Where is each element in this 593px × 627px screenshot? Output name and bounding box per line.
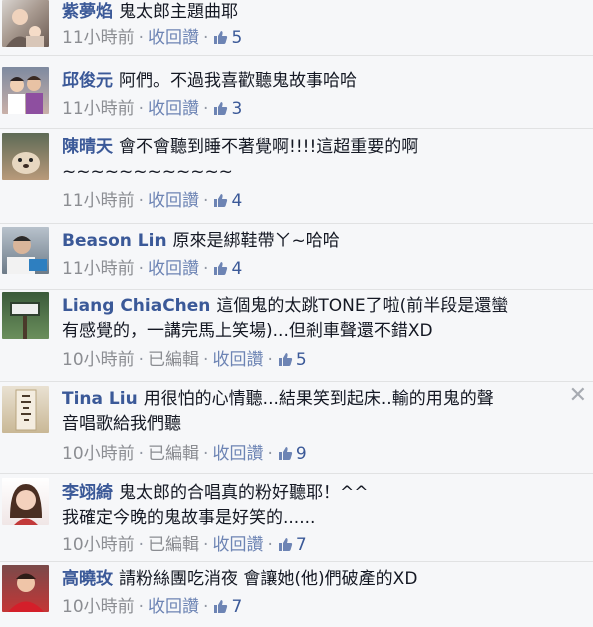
unlike-button[interactable]: 收回讚 — [148, 99, 199, 119]
timestamp[interactable]: 10小時前 — [62, 350, 135, 370]
comment-body: 紫夢焰 鬼太郎主題曲耶 — [62, 0, 573, 25]
comment-text: 原來是綁鞋帶ㄚ~哈哈 — [172, 231, 340, 251]
avatar-woman-icon[interactable] — [2, 478, 49, 525]
unlike-button[interactable]: 收回讚 — [148, 597, 199, 617]
unlike-button[interactable]: 收回讚 — [212, 535, 263, 555]
comment-body: 李翊綺 鬼太郎的合唱真的粉好聽耶！^^ 我確定今晚的鬼故事是好笑的...... — [62, 481, 573, 531]
comment-item: 李翊綺 鬼太郎的合唱真的粉好聽耶！^^ 我確定今晚的鬼故事是好笑的...... 1… — [0, 474, 593, 562]
thumbs-up-icon — [278, 538, 292, 551]
like-count[interactable]: 7 — [212, 597, 242, 617]
comment-meta: 11小時前 · 收回讚 · 4 — [62, 259, 243, 279]
like-count[interactable]: 3 — [212, 99, 242, 119]
avatar-dog-icon[interactable] — [2, 133, 49, 180]
author-link[interactable]: 陳晴天 — [62, 137, 113, 157]
timestamp[interactable]: 10小時前 — [62, 535, 135, 555]
like-count[interactable]: 4 — [212, 259, 242, 279]
comment-body: Tina Liu 用很怕的心情聽...結果笑到起床..輸的用鬼的聲 音唱歌給我們聽 — [62, 387, 573, 437]
thumbs-up-icon — [214, 194, 228, 207]
comment-list: 紫夢焰 鬼太郎主題曲耶 11小時前 · 收回讚 · 5 邱俊元 阿們。不過我喜歡聽鬼故事哈哈… — [0, 0, 593, 627]
author-link[interactable]: 李翊綺 — [62, 483, 113, 503]
comment-body: Beason Lin 原來是綁鞋帶ㄚ~哈哈 — [62, 229, 573, 254]
timestamp[interactable]: 11小時前 — [62, 259, 135, 279]
edited-label[interactable]: 已編輯 — [148, 444, 199, 464]
unlike-button[interactable]: 收回讚 — [148, 191, 199, 211]
comment-item: Liang ChiaChen 這個鬼的太跳TONE了啦(前半段是還蠻 有感覺的，一… — [0, 290, 593, 382]
comment-text: 請粉絲團吃消夜 會讓她(他)們破產的XD — [119, 569, 418, 589]
comment-meta: 10小時前 · 已編輯 · 收回讚 · 9 — [62, 444, 307, 464]
comment-text-line2: 我確定今晚的鬼故事是好笑的...... — [62, 508, 316, 528]
comment-meta: 10小時前 · 已編輯 · 收回讚 · 5 — [62, 350, 307, 370]
thumbs-up-icon — [278, 353, 292, 366]
like-count[interactable]: 9 — [277, 444, 307, 464]
comment-meta: 11小時前 · 收回讚 · 3 — [62, 99, 243, 119]
comment-text: 鬼太郎主題曲耶 — [119, 2, 238, 22]
avatar-man-icon[interactable] — [2, 227, 49, 274]
comment-item: ✕ Tina Liu 用很怕的心情聽...結果笑到起床..輸的用鬼的聲 音唱歌給我… — [0, 382, 593, 474]
avatar-calligraphy-icon[interactable] — [2, 386, 49, 433]
like-count[interactable]: 4 — [212, 191, 242, 211]
comment-body: 陳晴天 會不會聽到睡不著覺啊!!!!這超重要的啊 ~~~~~~~~~~~~ — [62, 135, 573, 185]
unlike-button[interactable]: 收回讚 — [212, 444, 263, 464]
thumbs-up-icon — [214, 600, 228, 613]
avatar-woman-with-baby-icon[interactable] — [2, 0, 49, 47]
author-link[interactable]: 高曉玫 — [62, 569, 113, 589]
unlike-button[interactable]: 收回讚 — [148, 28, 199, 48]
comment-meta: 10小時前 · 收回讚 · 7 — [62, 597, 243, 617]
like-count[interactable]: 7 — [277, 535, 307, 555]
comment-text-line2: ~~~~~~~~~~~~ — [62, 162, 233, 182]
timestamp[interactable]: 11小時前 — [62, 191, 135, 211]
comment-item: 高曉玫 請粉絲團吃消夜 會讓她(他)們破產的XD 10小時前 · 收回讚 · 7 — [0, 562, 593, 627]
timestamp[interactable]: 10小時前 — [62, 597, 135, 617]
avatar-woman-red-icon[interactable] — [2, 565, 49, 612]
comment-item: Beason Lin 原來是綁鞋帶ㄚ~哈哈 11小時前 · 收回讚 · 4 — [0, 224, 593, 290]
comment-meta: 11小時前 · 收回讚 · 5 — [62, 28, 243, 48]
comment-text-line2: 有感覺的，一講完馬上笑場)...但剎車聲還不錯XD — [62, 321, 433, 341]
edited-label[interactable]: 已編輯 — [148, 350, 199, 370]
like-count[interactable]: 5 — [212, 28, 242, 48]
comment-text: 阿們。不過我喜歡聽鬼故事哈哈 — [119, 71, 357, 91]
author-link[interactable]: Tina Liu — [62, 389, 138, 409]
comment-body: Liang ChiaChen 這個鬼的太跳TONE了啦(前半段是還蠻 有感覺的，一… — [62, 294, 573, 344]
author-link[interactable]: 紫夢焰 — [62, 2, 113, 22]
comment-body: 邱俊元 阿們。不過我喜歡聽鬼故事哈哈 — [62, 69, 573, 94]
unlike-button[interactable]: 收回讚 — [148, 259, 199, 279]
comment-item: 紫夢焰 鬼太郎主題曲耶 11小時前 · 收回讚 · 5 — [0, 0, 593, 56]
avatar-sign-icon[interactable] — [2, 292, 49, 339]
comment-meta: 11小時前 · 收回讚 · 4 — [62, 191, 243, 211]
comment-meta: 10小時前 · 已編輯 · 收回讚 · 7 — [62, 535, 307, 555]
author-link[interactable]: Liang ChiaChen — [62, 296, 210, 316]
author-link[interactable]: Beason Lin — [62, 231, 167, 251]
thumbs-up-icon — [214, 262, 228, 275]
comment-item: 邱俊元 阿們。不過我喜歡聽鬼故事哈哈 11小時前 · 收回讚 · 3 — [0, 56, 593, 129]
comment-text: 這個鬼的太跳TONE了啦(前半段是還蠻 — [216, 296, 509, 316]
comment-body: 高曉玫 請粉絲團吃消夜 會讓她(他)們破產的XD — [62, 567, 573, 592]
comment-text-line2: 音唱歌給我們聽 — [62, 414, 181, 434]
author-link[interactable]: 邱俊元 — [62, 71, 113, 91]
timestamp[interactable]: 11小時前 — [62, 28, 135, 48]
comment-text: 鬼太郎的合唱真的粉好聽耶！^^ — [119, 483, 369, 503]
comment-text: 會不會聽到睡不著覺啊!!!!這超重要的啊 — [119, 137, 419, 157]
thumbs-up-icon — [214, 102, 228, 115]
unlike-button[interactable]: 收回讚 — [212, 350, 263, 370]
avatar-couple-icon[interactable] — [2, 67, 49, 114]
edited-label[interactable]: 已編輯 — [148, 535, 199, 555]
like-count[interactable]: 5 — [277, 350, 307, 370]
timestamp[interactable]: 11小時前 — [62, 99, 135, 119]
comment-text: 用很怕的心情聽...結果笑到起床..輸的用鬼的聲 — [143, 389, 494, 409]
thumbs-up-icon — [214, 31, 228, 44]
comment-item: 陳晴天 會不會聽到睡不著覺啊!!!!這超重要的啊 ~~~~~~~~~~~~ 11小… — [0, 129, 593, 224]
timestamp[interactable]: 10小時前 — [62, 444, 135, 464]
thumbs-up-icon — [278, 447, 292, 460]
